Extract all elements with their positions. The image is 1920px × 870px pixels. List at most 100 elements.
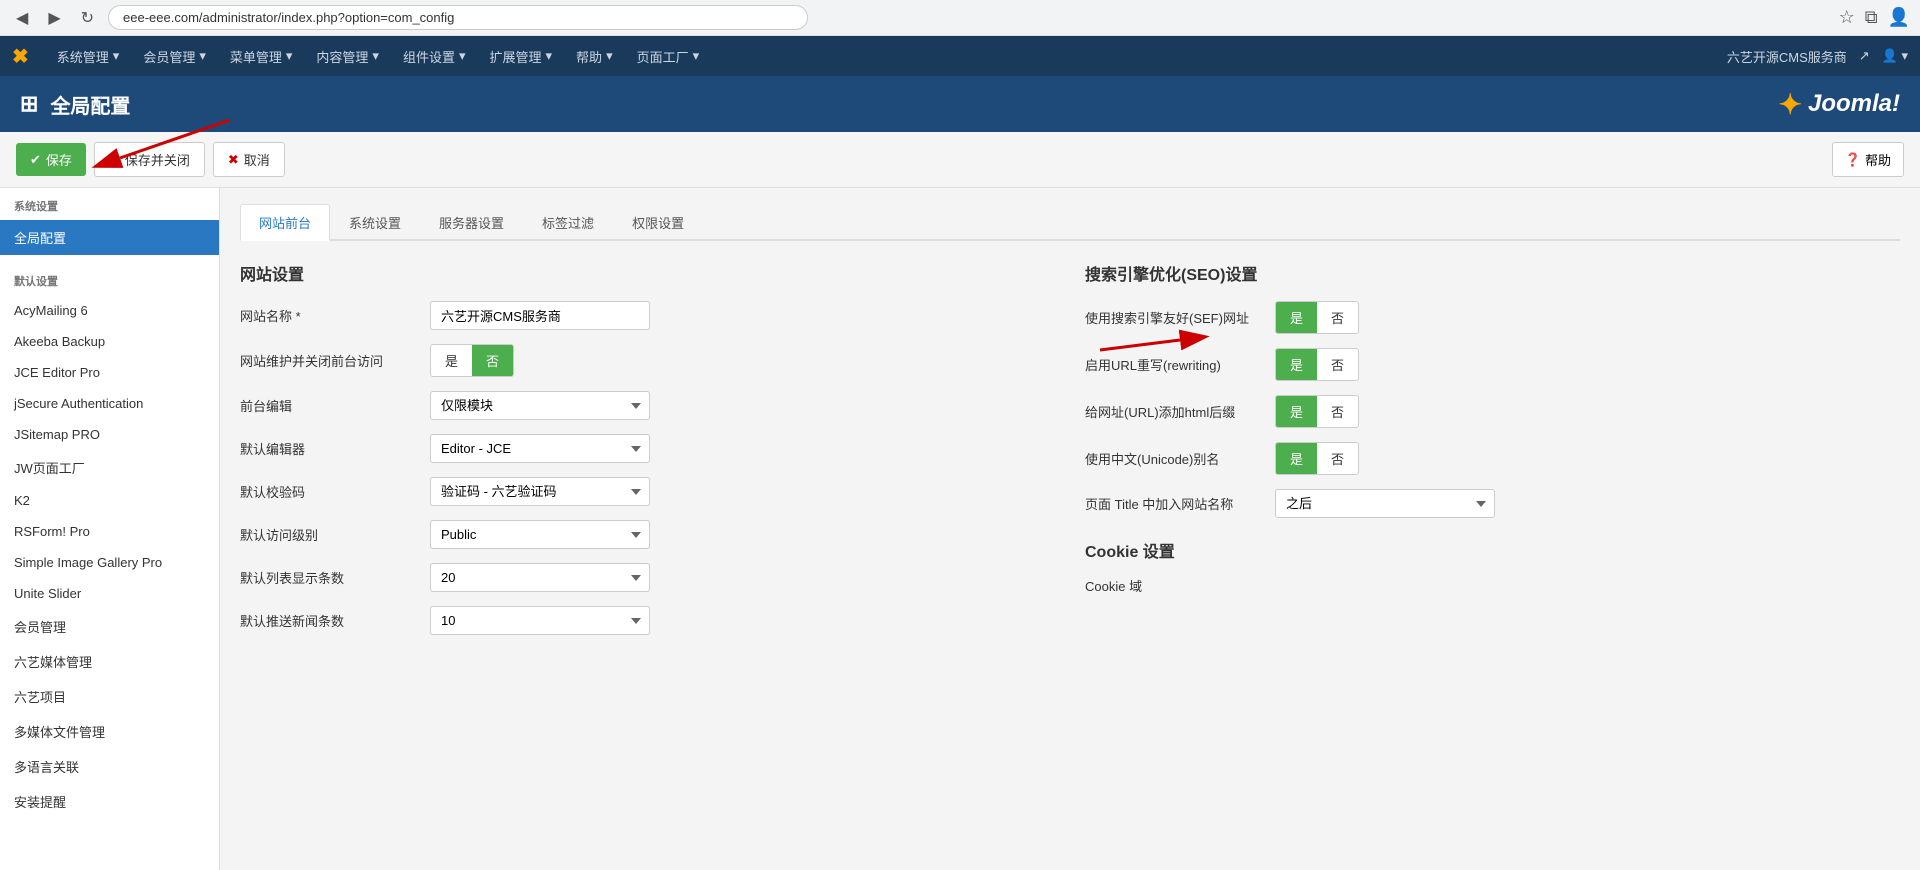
sef-yes-btn[interactable]: 是 bbox=[1276, 302, 1317, 333]
default-editor-label: 默认编辑器 bbox=[240, 439, 420, 458]
maintenance-toggle: 是 否 bbox=[430, 344, 514, 377]
browser-forward-btn[interactable]: ▶ bbox=[42, 4, 66, 32]
main-layout: 系统设置 全局配置 默认设置 AcyMailing 6 Akeeba Backu… bbox=[0, 188, 1920, 870]
unicode-yes-btn[interactable]: 是 bbox=[1276, 443, 1317, 474]
html-suffix-row: 给网址(URL)添加html后缀 是 否 bbox=[1085, 395, 1900, 428]
main-content: 网站前台 系统设置 服务器设置 标签过滤 权限设置 网站设置 网站名称 * bbox=[220, 188, 1920, 870]
sef-url-label: 使用搜索引擎友好(SEF)网址 bbox=[1085, 308, 1265, 327]
sidebar-item-projects[interactable]: 六艺项目 bbox=[0, 679, 219, 714]
sidebar-item-rsform[interactable]: RSForm! Pro bbox=[0, 516, 219, 547]
tab-server-settings[interactable]: 服务器设置 bbox=[420, 204, 523, 241]
cookie-domain-row: Cookie 域 bbox=[1085, 576, 1900, 595]
website-settings-title: 网站设置 bbox=[240, 261, 1055, 285]
top-navbar: ✖ 系统管理 ▾ 会员管理 ▾ 菜单管理 ▾ 内容管理 ▾ 组件设置 ▾ 扩展管… bbox=[0, 36, 1920, 76]
access-level-select[interactable]: Public bbox=[430, 520, 650, 549]
browser-refresh-btn[interactable]: ↻ bbox=[75, 4, 100, 32]
frontend-edit-select[interactable]: 仅限模块 bbox=[430, 391, 650, 420]
seo-settings-column: 搜索引擎优化(SEO)设置 使用搜索引擎友好(SEF)网址 是 否 启用URL重… bbox=[1085, 261, 1900, 649]
help-button[interactable]: ❓ 帮助 bbox=[1832, 142, 1904, 177]
html-suffix-yes-btn[interactable]: 是 bbox=[1276, 396, 1317, 427]
address-bar[interactable] bbox=[108, 5, 808, 30]
sef-no-btn[interactable]: 否 bbox=[1317, 302, 1358, 333]
sidebar-item-jw[interactable]: JW页面工厂 bbox=[0, 450, 219, 485]
feed-limit-select[interactable]: 10 bbox=[430, 606, 650, 635]
list-limit-row: 默认列表显示条数 20 bbox=[240, 563, 1055, 592]
sidebar-item-jce[interactable]: JCE Editor Pro bbox=[0, 357, 219, 388]
tab-system-settings[interactable]: 系统设置 bbox=[330, 204, 420, 241]
feed-limit-row: 默认推送新闻条数 10 bbox=[240, 606, 1055, 635]
default-editor-row: 默认编辑器 Editor - JCE bbox=[240, 434, 1055, 463]
site-name-input[interactable] bbox=[430, 301, 650, 330]
cancel-label: 取消 bbox=[244, 150, 270, 169]
sidebar-item-unite-slider[interactable]: Unite Slider bbox=[0, 578, 219, 609]
cancel-button[interactable]: ✖ 取消 bbox=[213, 142, 285, 177]
joomla-brand-label: Joomla! bbox=[1808, 90, 1900, 118]
save-label: 保存 bbox=[46, 150, 72, 169]
sidebar-item-media-management[interactable]: 六艺媒体管理 bbox=[0, 644, 219, 679]
extensions-icon[interactable]: ⧉ bbox=[1865, 7, 1878, 28]
sidebar-item-k2[interactable]: K2 bbox=[0, 485, 219, 516]
tab-tag-filter[interactable]: 标签过滤 bbox=[523, 204, 613, 241]
nav-label: 扩展管理 bbox=[490, 47, 542, 66]
dropdown-arrow-icon: ▾ bbox=[113, 48, 120, 64]
nav-help[interactable]: 帮助 ▾ bbox=[564, 36, 625, 76]
seo-settings-title: 搜索引擎优化(SEO)设置 bbox=[1085, 261, 1900, 285]
nav-label: 系统管理 bbox=[57, 47, 109, 66]
browser-bar: ◀ ▶ ↻ ☆ ⧉ 👤 bbox=[0, 0, 1920, 36]
sidebar-item-jsecure[interactable]: jSecure Authentication bbox=[0, 388, 219, 419]
nav-member-management[interactable]: 会员管理 ▾ bbox=[131, 36, 218, 76]
sidebar-item-simple-gallery[interactable]: Simple Image Gallery Pro bbox=[0, 547, 219, 578]
tabs: 网站前台 系统设置 服务器设置 标签过滤 权限设置 bbox=[240, 204, 1900, 241]
url-rewrite-yes-btn[interactable]: 是 bbox=[1276, 349, 1317, 380]
sidebar-item-multilingual[interactable]: 多语言关联 bbox=[0, 749, 219, 784]
nav-menu-management[interactable]: 菜单管理 ▾ bbox=[218, 36, 305, 76]
browser-back-btn[interactable]: ◀ bbox=[10, 4, 34, 32]
nav-content-management[interactable]: 内容管理 ▾ bbox=[304, 36, 391, 76]
nav-label: 页面工厂 bbox=[637, 47, 689, 66]
unicode-no-btn[interactable]: 否 bbox=[1317, 443, 1358, 474]
sidebar-item-akeeba[interactable]: Akeeba Backup bbox=[0, 326, 219, 357]
grid-icon: ⊞ bbox=[20, 91, 38, 117]
maintenance-yes-btn[interactable]: 是 bbox=[431, 345, 472, 376]
star-icon[interactable]: ☆ bbox=[1839, 7, 1855, 28]
title-position-label: 页面 Title 中加入网站名称 bbox=[1085, 494, 1265, 513]
unicode-alias-label: 使用中文(Unicode)别名 bbox=[1085, 449, 1265, 468]
user-profile-icon[interactable]: 👤 ▾ bbox=[1882, 48, 1908, 64]
maintenance-no-btn[interactable]: 否 bbox=[472, 345, 513, 376]
url-rewrite-no-btn[interactable]: 否 bbox=[1317, 349, 1358, 380]
sidebar-item-jsitemap[interactable]: JSitemap PRO bbox=[0, 419, 219, 450]
nav-extension-management[interactable]: 扩展管理 ▾ bbox=[478, 36, 565, 76]
frontend-edit-row: 前台编辑 仅限模块 bbox=[240, 391, 1055, 420]
nav-label: 会员管理 bbox=[143, 47, 195, 66]
save-button[interactable]: ✔ 保存 bbox=[16, 143, 86, 176]
nav-component-settings[interactable]: 组件设置 ▾ bbox=[391, 36, 478, 76]
url-rewrite-toggle: 是 否 bbox=[1275, 348, 1359, 381]
help-label: 帮助 bbox=[1865, 150, 1891, 169]
html-suffix-no-btn[interactable]: 否 bbox=[1317, 396, 1358, 427]
tab-frontend[interactable]: 网站前台 bbox=[240, 204, 330, 241]
sidebar-item-global-config[interactable]: 全局配置 bbox=[0, 220, 219, 255]
profile-icon[interactable]: 👤 bbox=[1888, 7, 1910, 28]
sidebar-item-multimedia[interactable]: 多媒体文件管理 bbox=[0, 714, 219, 749]
sidebar-item-acymailing[interactable]: AcyMailing 6 bbox=[0, 295, 219, 326]
cookie-domain-label: Cookie 域 bbox=[1085, 576, 1265, 595]
save-close-button[interactable]: ✔ 保存并关闭 bbox=[94, 142, 205, 177]
list-limit-select[interactable]: 20 bbox=[430, 563, 650, 592]
nav-page-factory[interactable]: 页面工厂 ▾ bbox=[625, 36, 712, 76]
check-icon: ✔ bbox=[109, 152, 120, 168]
captcha-select[interactable]: 验证码 - 六艺验证码 bbox=[430, 477, 650, 506]
browser-right-icons: ☆ ⧉ 👤 bbox=[1839, 7, 1910, 28]
joomla-logo-icon: ✖ bbox=[12, 44, 29, 69]
sidebar-item-member-management[interactable]: 会员管理 bbox=[0, 609, 219, 644]
captcha-label: 默认校验码 bbox=[240, 482, 420, 501]
website-settings-column: 网站设置 网站名称 * 网站维护并关闭前台访问 是 否 bbox=[240, 261, 1055, 649]
dropdown-arrow-icon: ▾ bbox=[199, 48, 206, 64]
unicode-alias-row: 使用中文(Unicode)别名 是 否 bbox=[1085, 442, 1900, 475]
tab-permission[interactable]: 权限设置 bbox=[613, 204, 703, 241]
nav-label: 菜单管理 bbox=[230, 47, 282, 66]
title-position-select[interactable]: 之后 bbox=[1275, 489, 1495, 518]
nav-label: 组件设置 bbox=[403, 47, 455, 66]
nav-system-management[interactable]: 系统管理 ▾ bbox=[45, 36, 132, 76]
toolbar-right: ❓ 帮助 bbox=[1832, 142, 1904, 177]
default-editor-select[interactable]: Editor - JCE bbox=[430, 434, 650, 463]
